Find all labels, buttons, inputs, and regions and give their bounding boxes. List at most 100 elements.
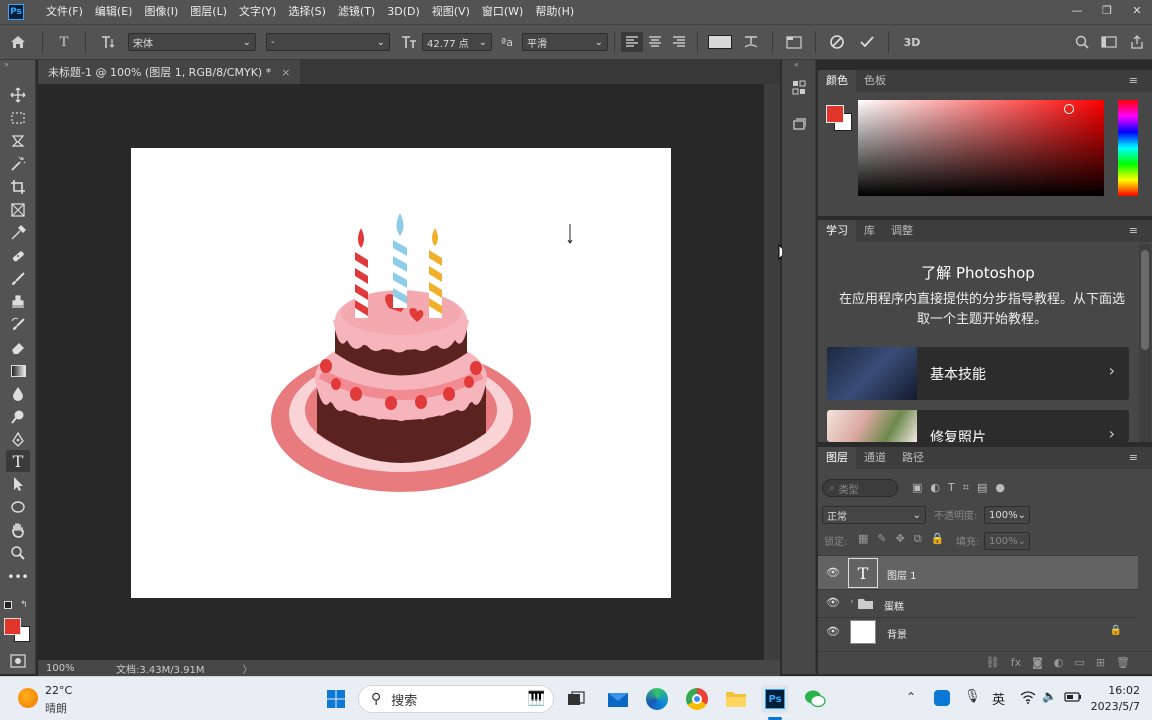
layer-filter-select[interactable]: ⌕ 类型 [822, 479, 898, 497]
lock-pixels-icon[interactable]: ✎ [877, 532, 886, 546]
learn-card[interactable]: 基本技能 › [827, 347, 1129, 400]
type-tool-icon[interactable]: T [6, 450, 30, 472]
menu-view[interactable]: 视图(V) [426, 0, 476, 24]
adjustment-layer-icon[interactable]: ◐ [1054, 656, 1064, 669]
document-tab[interactable]: 未标题-1 @ 100% (图层 1, RGB/8/CMYK) * × [38, 60, 301, 84]
weather-desc[interactable]: 晴朗 [45, 700, 67, 716]
move-tool-icon[interactable] [6, 84, 30, 106]
microphone-icon[interactable]: 🎙 [964, 689, 981, 704]
blend-mode-select[interactable]: 正常 ⌄ [822, 506, 926, 524]
layer-name[interactable]: 图层 1 [887, 567, 917, 582]
fx-icon[interactable]: fx [1011, 656, 1021, 669]
eraser-tool-icon[interactable] [6, 337, 30, 359]
quick-mask-icon[interactable] [6, 650, 30, 672]
image-filter-icon[interactable]: ▣ [912, 481, 922, 495]
font-style-select[interactable]: - ⌄ [266, 33, 390, 51]
tab-paths[interactable]: 路径 [894, 447, 932, 469]
layer-row[interactable]: 👁 › 蛋糕 [818, 589, 1138, 617]
align-left-icon[interactable] [621, 32, 643, 52]
learn-card[interactable]: 修复照片 › [827, 410, 1129, 442]
weather-temp[interactable]: 22°C [45, 684, 72, 697]
adjustment-filter-icon[interactable]: ◐ [930, 481, 940, 495]
chevron-up-icon[interactable]: ⌃ [906, 690, 916, 704]
magic-wand-icon[interactable] [6, 153, 30, 175]
lasso-tool-icon[interactable] [6, 130, 30, 152]
healing-brush-icon[interactable] [6, 245, 30, 267]
layer-row[interactable]: 👁 T 图层 1 [818, 555, 1138, 589]
lock-artboard-icon[interactable]: ⧉ [914, 532, 922, 546]
search-icon[interactable] [1068, 32, 1096, 52]
more-tools-icon[interactable]: ••• [6, 566, 30, 588]
task-view-icon[interactable] [562, 685, 590, 713]
layer-row[interactable]: 👁 背景 🔒 [818, 617, 1138, 647]
zoom-level[interactable]: 100% [38, 663, 94, 674]
history-brush-icon[interactable] [6, 314, 30, 336]
layer-name[interactable]: 背景 [887, 626, 907, 641]
layer-name[interactable]: 蛋糕 [884, 598, 904, 613]
lock-position-icon[interactable]: ✥ [896, 532, 905, 546]
panel-menu-icon[interactable]: ≡ [1121, 220, 1146, 242]
weather-sun-icon[interactable] [18, 688, 38, 708]
hand-tool-icon[interactable] [6, 519, 30, 541]
tab-channels[interactable]: 通道 [856, 447, 894, 469]
tab-libraries[interactable]: 库 [856, 220, 883, 242]
chrome-browser-icon[interactable] [683, 685, 711, 713]
stamp-tool-icon[interactable] [6, 291, 30, 313]
windows-start-icon[interactable] [322, 685, 350, 713]
status-arrow-icon[interactable]: 〉 [243, 661, 253, 676]
menu-filter[interactable]: 滤镜(T) [332, 0, 381, 24]
dodge-tool-icon[interactable] [6, 406, 30, 428]
blur-tool-icon[interactable] [6, 383, 30, 405]
tab-adjustments[interactable]: 调整 [883, 220, 921, 242]
shape-filter-icon[interactable]: ⌗ [963, 481, 969, 495]
visibility-eye-icon[interactable]: 👁 [826, 596, 840, 609]
align-center-icon[interactable] [643, 32, 667, 52]
tab-color[interactable]: 颜色 [818, 70, 856, 92]
panel-menu-icon[interactable]: ≡ [1121, 70, 1146, 92]
marquee-tool-icon[interactable] [6, 107, 30, 129]
wechat-icon[interactable] [801, 685, 829, 713]
menu-help[interactable]: 帮助(H) [529, 0, 580, 24]
learn-scrollbar[interactable] [1139, 244, 1151, 442]
photoshop-taskbar-icon[interactable]: Ps [761, 685, 789, 713]
home-icon[interactable] [0, 32, 36, 52]
wifi-icon[interactable] [1020, 691, 1036, 704]
warp-text-icon[interactable] [736, 32, 766, 52]
menu-edit[interactable]: 编辑(E) [89, 0, 139, 24]
text-orientation-icon[interactable] [92, 32, 122, 52]
ellipse-tool-icon[interactable] [6, 496, 30, 518]
properties-icon[interactable] [789, 78, 809, 98]
vertical-scrollbar[interactable] [764, 84, 780, 660]
gradient-tool-icon[interactable] [6, 360, 30, 382]
color-field[interactable] [858, 100, 1104, 196]
smart-object-filter-icon[interactable]: ▤ [977, 481, 987, 495]
menu-select[interactable]: 选择(S) [282, 0, 332, 24]
filter-toggle-icon[interactable]: ● [995, 481, 1005, 495]
clock-time[interactable]: 16:02 [1098, 684, 1140, 697]
add-mask-icon[interactable]: ◙ [1032, 656, 1043, 669]
text-filter-icon[interactable]: T [948, 481, 955, 495]
tab-layers[interactable]: 图层 [818, 447, 856, 469]
glyphs-icon[interactable] [789, 114, 809, 134]
clock-date[interactable]: 2023/5/7 [1078, 700, 1140, 713]
chevron-right-icon[interactable]: › [850, 597, 854, 607]
swap-colors-icon[interactable]: ↰ [20, 600, 28, 610]
character-panel-icon[interactable] [779, 32, 809, 52]
share-icon[interactable] [1122, 32, 1152, 52]
collapse-icon[interactable]: « [794, 60, 799, 69]
workspace-icon[interactable] [1096, 32, 1122, 52]
lock-all-icon[interactable]: 🔒 [931, 532, 945, 546]
foreground-color-swatch[interactable] [4, 618, 21, 635]
file-explorer-icon[interactable] [722, 685, 750, 713]
opacity-input[interactable]: 100% ⌄ [984, 506, 1030, 524]
tab-learn[interactable]: 学习 [818, 220, 856, 242]
zoom-tool-icon[interactable] [6, 542, 30, 564]
color-picker-marker[interactable] [1064, 104, 1074, 114]
frame-tool-icon[interactable] [6, 199, 30, 221]
link-layers-icon[interactable]: ⛓ [986, 656, 1000, 669]
close-icon[interactable]: × [281, 66, 290, 79]
panel-menu-icon[interactable]: ≡ [1121, 447, 1146, 469]
lock-transparent-icon[interactable]: ▦ [858, 532, 868, 546]
pen-tool-icon[interactable] [6, 429, 30, 451]
tab-swatches[interactable]: 色板 [856, 70, 894, 92]
